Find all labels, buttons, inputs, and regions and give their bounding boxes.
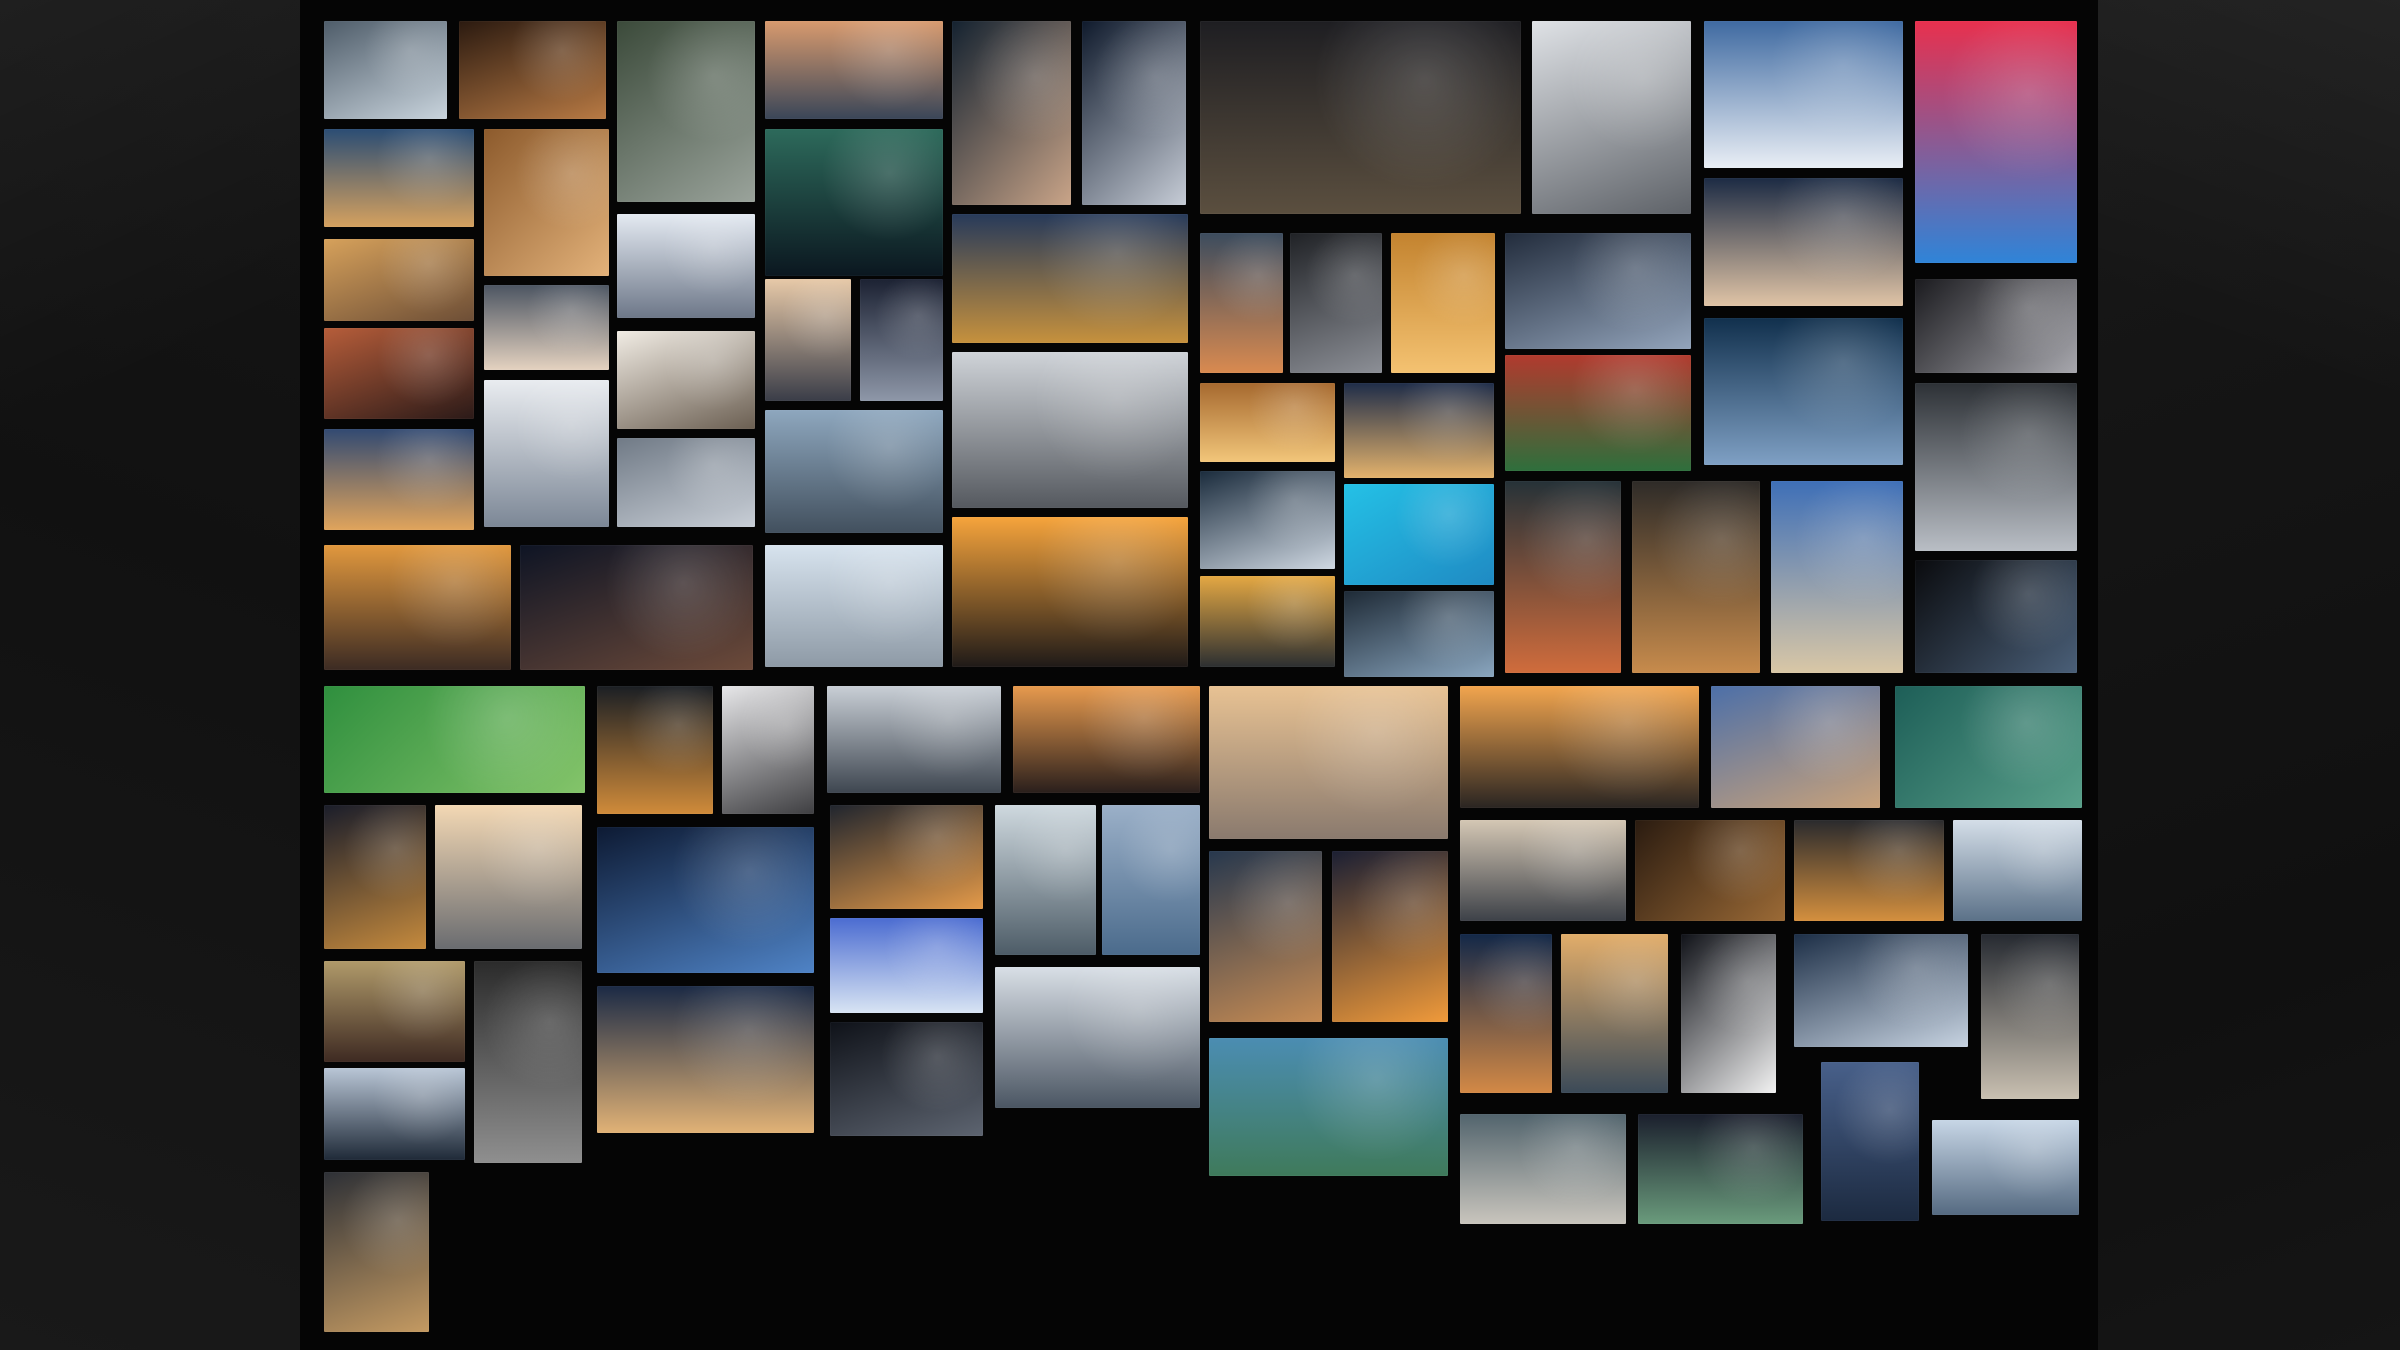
- photo-tile: [952, 352, 1188, 509]
- photo-tile: [324, 21, 447, 120]
- photo-tile: [1200, 575, 1335, 668]
- photo-tile: [1914, 21, 2078, 264]
- photo-tile: [324, 685, 585, 793]
- photo-tile: [1504, 480, 1621, 674]
- photo-tile: [520, 544, 754, 671]
- photo-tile: [994, 805, 1096, 956]
- photo-tile: [1634, 820, 1785, 922]
- photo-tile: [765, 278, 851, 401]
- photo-tile: [952, 214, 1188, 343]
- photo-tile: [722, 685, 815, 815]
- photo-tile: [483, 379, 610, 527]
- photo-tile: [1631, 480, 1761, 674]
- photo-tile: [765, 128, 943, 276]
- photo-tile: [1894, 685, 2082, 809]
- photo-tile: [860, 278, 943, 401]
- photo-tile: [994, 967, 1200, 1109]
- photo-tile: [1793, 820, 1944, 922]
- photo-tile: [474, 961, 582, 1164]
- photo-tile: [1914, 382, 2078, 551]
- photo-tile: [1980, 933, 2079, 1099]
- photo-tile: [324, 327, 475, 420]
- photo-tile: [1343, 382, 1494, 478]
- photo-tile: [616, 330, 755, 429]
- photo-tile: [459, 21, 607, 120]
- photo-tile: [1102, 805, 1200, 956]
- photo-tile: [1290, 232, 1383, 374]
- photo-tile: [483, 284, 610, 371]
- photo-tile: [1504, 232, 1692, 349]
- photo-tile: [324, 1068, 466, 1161]
- photo-tile: [1013, 685, 1200, 793]
- photo-tile: [829, 918, 983, 1014]
- photo-tile: [765, 410, 943, 533]
- photo-tile: [1209, 851, 1323, 1023]
- photo-tile: [1460, 685, 1699, 809]
- left-dark-panel: [0, 0, 300, 1350]
- photo-tile: [616, 21, 755, 203]
- photo-tile: [596, 826, 815, 974]
- photo-tile: [324, 1172, 429, 1332]
- photo-tile: [324, 805, 426, 949]
- photo-tile: [952, 517, 1188, 668]
- photo-tile: [952, 21, 1072, 206]
- photo-tile: [596, 985, 815, 1133]
- right-dark-panel: [2098, 0, 2400, 1350]
- photo-tile: [324, 428, 475, 530]
- photo-tile: [324, 238, 475, 322]
- photo-tile: [1343, 590, 1494, 677]
- photo-tile: [765, 544, 943, 668]
- photo-tile: [1703, 177, 1903, 307]
- photo-tile: [1931, 1120, 2079, 1216]
- photo-tile: [1200, 232, 1283, 374]
- photo-mosaic-board: [300, 0, 2098, 1350]
- photo-tile: [1637, 1114, 1804, 1225]
- photo-tile: [1209, 685, 1448, 839]
- photo-tile: [1703, 318, 1903, 466]
- photo-tile: [324, 961, 466, 1063]
- photo-tile: [1532, 21, 1692, 215]
- photo-tile: [1914, 560, 2078, 674]
- photo-tile: [1200, 21, 1522, 215]
- photo-tile: [616, 437, 755, 527]
- photo-tile: [1821, 1062, 1920, 1222]
- photo-tile: [596, 685, 714, 815]
- photo-tile: [1200, 471, 1335, 570]
- photo-tile: [1793, 933, 1969, 1047]
- photo-tile: [765, 21, 943, 120]
- photo-tile: [1082, 21, 1187, 206]
- photo-tile: [1504, 355, 1692, 472]
- photo-tile: [483, 128, 610, 276]
- photo-tile: [1711, 685, 1880, 809]
- photo-tile: [434, 805, 582, 949]
- photo-tile: [1680, 933, 1776, 1093]
- photo-tile: [1460, 820, 1626, 922]
- photo-tile: [1343, 483, 1494, 585]
- photo-tile: [1209, 1037, 1448, 1176]
- photo-tile: [1561, 933, 1669, 1093]
- photo-tile: [324, 544, 512, 671]
- photo-tile: [1703, 21, 1903, 169]
- photo-tile: [1331, 851, 1448, 1023]
- photo-collage-screen: [0, 0, 2400, 1350]
- photo-tile: [829, 805, 983, 910]
- photo-tile: [1391, 232, 1496, 374]
- photo-tile: [1914, 278, 2078, 374]
- photo-tile: [829, 1022, 983, 1136]
- photo-tile: [616, 214, 755, 319]
- photo-tile: [1460, 1114, 1626, 1225]
- photo-tile: [324, 128, 475, 227]
- photo-tile: [1200, 382, 1335, 463]
- photo-tile: [1460, 933, 1553, 1093]
- photo-tile: [1953, 820, 2082, 922]
- photo-tile: [826, 685, 1001, 793]
- photo-tile: [1770, 480, 1903, 674]
